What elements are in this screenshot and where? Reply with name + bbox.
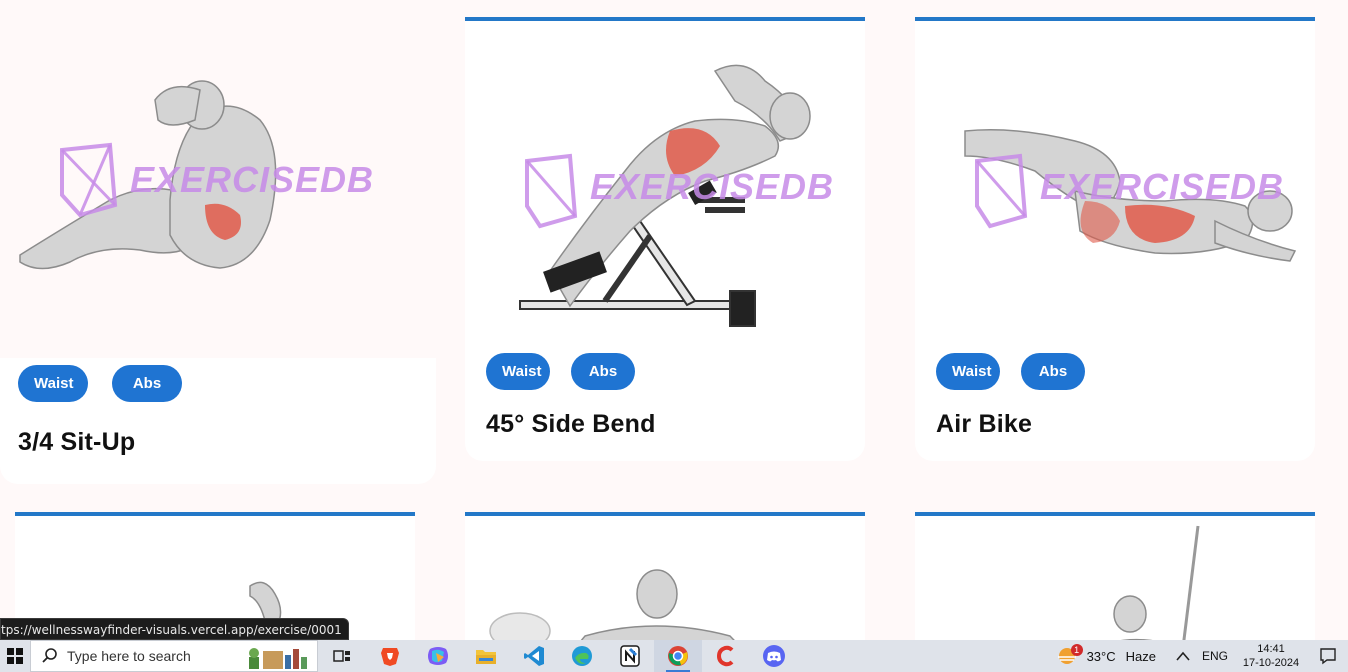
search-icon bbox=[42, 648, 57, 663]
exercise-title[interactable]: Air Bike bbox=[936, 410, 1032, 439]
exercise-image[interactable]: EXERCISEDB bbox=[915, 21, 1315, 347]
tag-abs[interactable]: Abs bbox=[1021, 353, 1085, 390]
edge-browser-icon[interactable] bbox=[558, 640, 606, 672]
exercise-title[interactable]: 3/4 Sit-Up bbox=[18, 428, 135, 457]
exercise-card-3[interactable]: EXERCISEDB Waist Abs Air Bike bbox=[915, 17, 1315, 461]
task-view-icon[interactable] bbox=[318, 640, 366, 672]
exercise-image[interactable]: EXERCISEDB bbox=[465, 21, 865, 347]
exercise-card-2[interactable]: EXERCISEDB Waist Abs 45° Side Bend bbox=[465, 17, 865, 461]
search-highlight-icon bbox=[245, 643, 311, 671]
exercise-image[interactable]: EXERCISEDB bbox=[0, 0, 436, 358]
clock-date: 17-10-2024 bbox=[1242, 657, 1300, 669]
status-url-tooltip: tps://wellnesswayfinder-visuals.vercel.a… bbox=[0, 618, 349, 640]
tag-waist[interactable]: Waist bbox=[936, 353, 1000, 390]
notification-icon[interactable] bbox=[1308, 647, 1348, 665]
language-indicator[interactable]: ENG bbox=[1202, 649, 1228, 663]
watermark-text: EXERCISEDB bbox=[1040, 166, 1284, 207]
system-tray: 1 33°C Haze ENG 14:41 17-10-2024 bbox=[1055, 640, 1348, 672]
discord-icon[interactable] bbox=[750, 640, 798, 672]
weather-description[interactable]: Haze bbox=[1126, 649, 1156, 664]
windows-start-icon[interactable] bbox=[0, 640, 30, 672]
tag-waist[interactable]: Waist bbox=[486, 353, 550, 390]
brave-browser-icon[interactable] bbox=[366, 640, 414, 672]
tag-abs[interactable]: Abs bbox=[571, 353, 635, 390]
tag-abs[interactable]: Abs bbox=[112, 365, 182, 402]
weather-alert-badge: 1 bbox=[1070, 644, 1083, 656]
exercise-card-1[interactable]: EXERCISEDB Waist Abs 3/4 Sit-Up bbox=[0, 0, 436, 484]
exercise-title[interactable]: 45° Side Bend bbox=[486, 410, 656, 439]
taskbar-search-box[interactable]: Type here to search bbox=[30, 640, 318, 672]
notion-like-app-icon[interactable] bbox=[606, 640, 654, 672]
clock[interactable]: 14:41 17-10-2024 bbox=[1234, 642, 1308, 670]
vscode-icon[interactable] bbox=[510, 640, 558, 672]
tag-waist[interactable]: Waist bbox=[18, 365, 88, 402]
chrome-browser-icon[interactable] bbox=[654, 640, 702, 672]
taskbar: Type here to search 1 33°C Haze ENG 14:4… bbox=[0, 640, 1348, 672]
weather-icon[interactable]: 1 bbox=[1055, 644, 1083, 668]
chevron-up-icon[interactable] bbox=[1176, 649, 1190, 664]
copilot-icon[interactable] bbox=[414, 640, 462, 672]
c-app-icon[interactable] bbox=[702, 640, 750, 672]
search-placeholder: Type here to search bbox=[67, 648, 191, 664]
file-explorer-icon[interactable] bbox=[462, 640, 510, 672]
watermark-text: EXERCISEDB bbox=[590, 166, 834, 207]
weather-temperature[interactable]: 33°C bbox=[1087, 649, 1116, 664]
watermark-text: EXERCISEDB bbox=[130, 159, 374, 200]
clock-time: 14:41 bbox=[1257, 643, 1285, 655]
